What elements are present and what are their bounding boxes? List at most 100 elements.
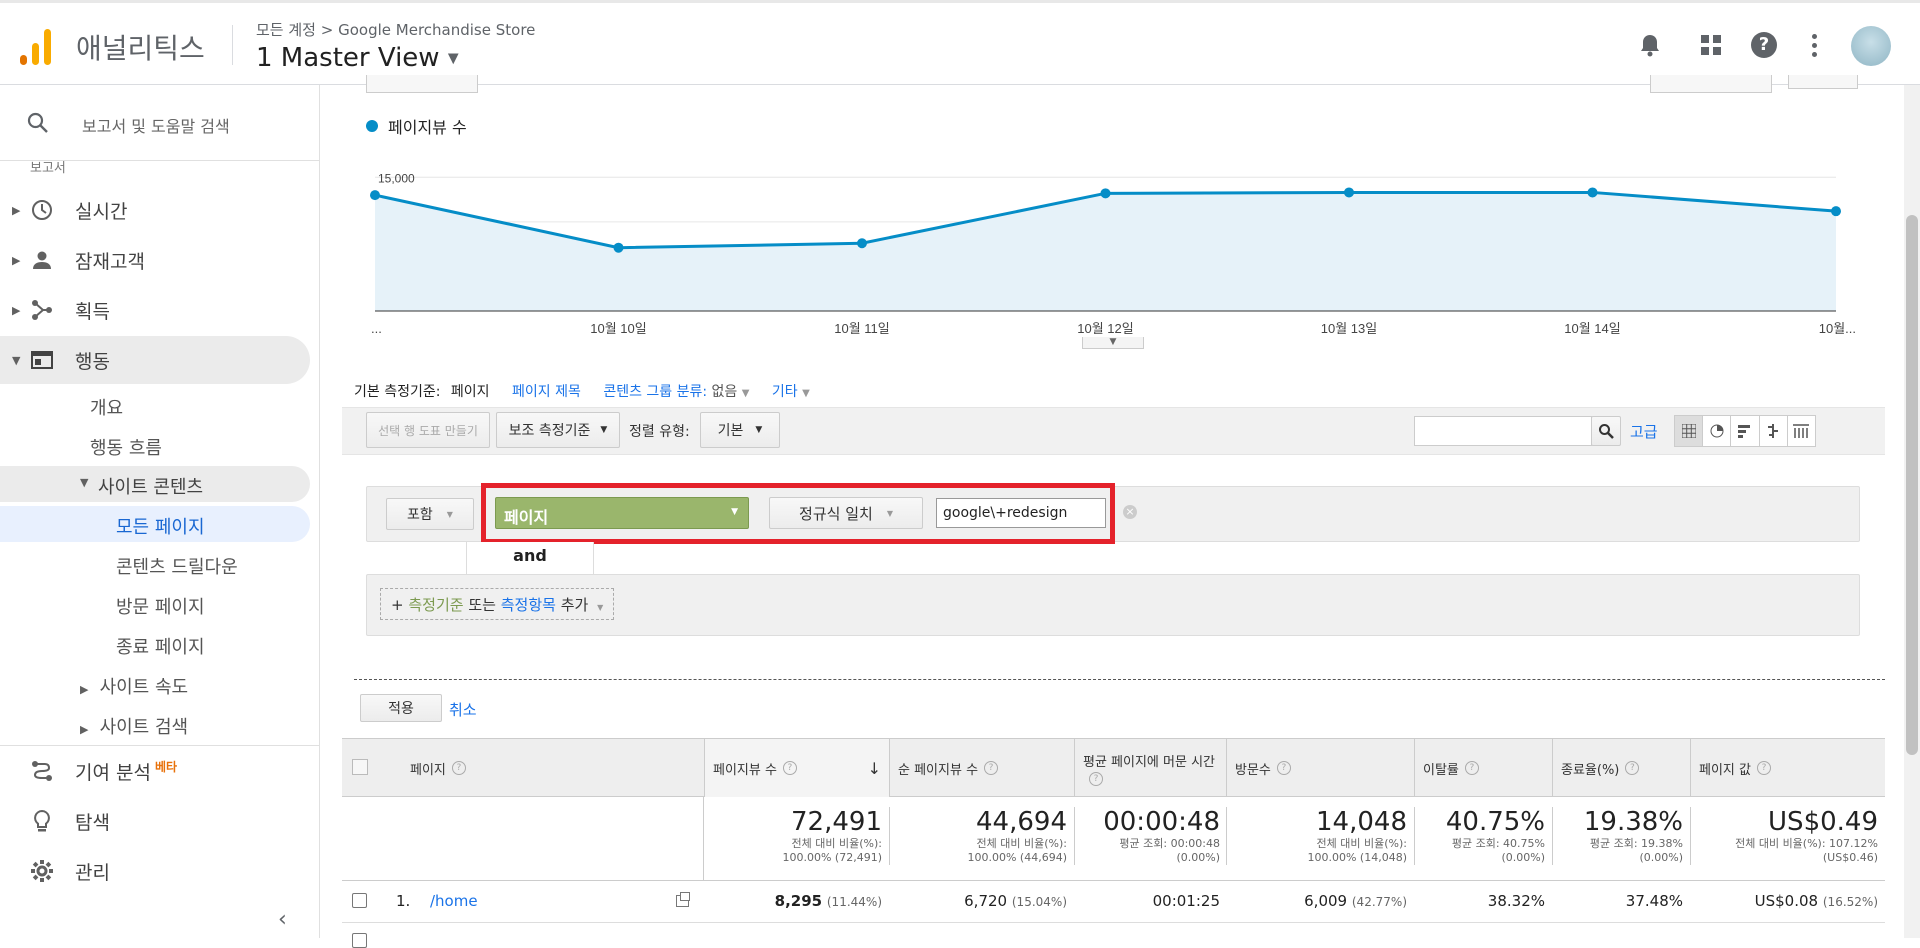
column-header-pageviews[interactable]: 페이지뷰 수? ↓ xyxy=(704,739,889,797)
column-header-page-value[interactable]: 페이지 값? xyxy=(1690,739,1885,797)
apps-grid-icon[interactable] xyxy=(1695,29,1727,61)
sidebar-item-site-content[interactable]: ▼ 사이트 콘텐츠 xyxy=(0,466,310,502)
chart-type-toggle[interactable] xyxy=(1788,75,1858,89)
sidebar-item-content-drilldown[interactable]: 콘텐츠 드릴다운 xyxy=(116,553,238,579)
include-dropdown[interactable]: 포함 ▼ xyxy=(386,498,474,530)
date-range-button[interactable] xyxy=(366,75,478,93)
sidebar-item-realtime[interactable]: ▶ 실시간 xyxy=(0,186,310,234)
help-icon[interactable]: ? xyxy=(984,761,999,775)
performance-view-icon[interactable] xyxy=(1731,416,1760,446)
column-header-bounce-rate[interactable]: 이탈률? xyxy=(1414,739,1552,797)
sidebar-item-landing-pages[interactable]: 방문 페이지 xyxy=(116,593,205,619)
help-icon[interactable]: ? xyxy=(451,761,466,775)
row-checkbox[interactable] xyxy=(352,893,367,908)
create-chart-button[interactable]: 선택 행 도표 만들기 xyxy=(366,412,490,448)
remove-filter-icon[interactable]: × xyxy=(1123,505,1137,519)
collapse-caret-icon: ▼ xyxy=(12,353,21,367)
sidebar-item-behavior-flow[interactable]: 행동 흐름 xyxy=(90,434,162,460)
sidebar-item-discover[interactable]: 탐색 xyxy=(0,797,310,845)
chart-legend[interactable]: 페이지뷰 수 xyxy=(366,114,467,138)
notifications-bell-icon[interactable] xyxy=(1634,29,1666,61)
total-value: US$0.49 xyxy=(1768,807,1878,837)
other-dimension-menu[interactable]: 기타 xyxy=(772,384,798,400)
chart-period-toggle[interactable] xyxy=(1650,75,1772,93)
table-search-button[interactable] xyxy=(1591,416,1621,446)
primary-dimension-page-title[interactable]: 페이지 제목 xyxy=(512,384,581,400)
apply-button[interactable]: 적용 xyxy=(360,694,442,722)
filter-value-input[interactable]: google\+redesign xyxy=(936,498,1106,528)
content-grouping-label[interactable]: 콘텐츠 그룹 분류: xyxy=(603,384,707,400)
dropdown-caret-icon: ▼ xyxy=(886,508,893,518)
filter-dimension-dropdown[interactable]: 페이지 ▼ xyxy=(495,497,749,529)
help-icon[interactable]: ? xyxy=(1625,761,1640,775)
avatar[interactable] xyxy=(1851,26,1891,66)
sidebar-item-behavior[interactable]: ▼ 행동 xyxy=(0,336,310,384)
total-entrances: 14,048 전체 대비 비율(%): 100.00% (14,048) xyxy=(1226,807,1407,865)
pie-view-icon[interactable] xyxy=(1703,416,1732,446)
breadcrumb-account[interactable]: 모든 계정 xyxy=(256,21,316,39)
column-header-avg-time[interactable]: 평균 페이지에 머문 시간? xyxy=(1074,739,1226,797)
total-value: 14,048 xyxy=(1316,807,1407,837)
primary-dimension-page[interactable]: 페이지 xyxy=(451,384,490,400)
total-sub-2: 100.00% (14,048) xyxy=(1307,851,1407,864)
breadcrumb[interactable]: 모든 계정 > Google Merchandise Store xyxy=(256,19,535,40)
expand-caret-icon: ▶ xyxy=(12,303,21,317)
primary-dimension-bar: 기본 측정기준: 페이지 페이지 제목 콘텐츠 그룹 분류: 없음 ▼ 기타 ▼ xyxy=(354,381,810,401)
advanced-filter-link[interactable]: 고급 xyxy=(1630,421,1658,442)
column-header-unique-pageviews[interactable]: 순 페이지뷰 수? xyxy=(889,739,1074,797)
more-vert-icon[interactable] xyxy=(1798,29,1830,61)
help-icon[interactable]: ? xyxy=(782,761,797,775)
help-icon[interactable]: ? xyxy=(1748,29,1780,61)
table-search-input[interactable] xyxy=(1414,416,1592,446)
sidebar-item-acquisition[interactable]: ▶ 획득 xyxy=(0,286,310,334)
help-icon[interactable]: ? xyxy=(1756,761,1771,775)
add-dimension-link[interactable]: 측정기준 xyxy=(408,596,463,614)
column-header-page[interactable]: 페이지? xyxy=(402,739,652,797)
view-selector[interactable]: 1 Master View ▼ xyxy=(256,43,459,73)
cancel-link[interactable]: 취소 xyxy=(449,699,477,720)
person-icon xyxy=(30,248,54,272)
sidebar-item-attribution[interactable]: 기여 분석 베타 xyxy=(0,747,310,795)
include-label: 포함 xyxy=(407,507,433,523)
search-input[interactable]: 보고서 및 도움말 검색 xyxy=(82,113,230,137)
total-avg-time: 00:00:48 평균 조회: 00:00:48 (0.00%) xyxy=(1074,807,1220,865)
column-header-entrances[interactable]: 방문수? xyxy=(1226,739,1414,797)
sidebar-item-all-pages[interactable]: 모든 페이지 xyxy=(0,506,310,542)
view-toggle-group xyxy=(1674,415,1816,447)
collapse-sidebar-icon[interactable]: ‹ xyxy=(278,907,287,932)
sidebar-item-site-speed[interactable]: ▶ 사이트 속도 xyxy=(80,673,188,699)
breadcrumb-property[interactable]: Google Merchandise Store xyxy=(338,21,535,39)
sidebar-item-overview[interactable]: 개요 xyxy=(90,394,123,420)
search-icon[interactable] xyxy=(26,111,50,139)
chart-resize-handle[interactable]: ▼ xyxy=(1082,337,1144,349)
table-view-icon[interactable] xyxy=(1675,416,1704,446)
add-metric-link[interactable]: 측정항목 xyxy=(501,596,556,614)
help-icon[interactable]: ? xyxy=(1464,761,1479,775)
row-pageviews: 8,295 (11.44%) xyxy=(704,892,882,910)
sidebar-item-admin[interactable]: 관리 xyxy=(0,847,310,895)
sidebar-item-exit-pages[interactable]: 종료 페이지 xyxy=(116,633,205,659)
analytics-logo-icon[interactable] xyxy=(18,25,54,65)
select-all-checkbox[interactable] xyxy=(352,759,368,775)
cell-value: US$0.08 xyxy=(1754,892,1819,910)
row-page-link[interactable]: /home xyxy=(430,892,478,910)
sort-type-dropdown[interactable]: 기본 ▼ xyxy=(700,412,780,448)
sidebar-item-site-search[interactable]: ▶ 사이트 검색 xyxy=(80,713,188,739)
help-icon[interactable]: ? xyxy=(1276,761,1291,775)
row-number: 1. xyxy=(396,892,411,910)
add-condition-button[interactable]: + 측정기준 또는 측정항목 추가 ▼ xyxy=(380,588,615,620)
sidebar-item-audience[interactable]: ▶ 잠재고객 xyxy=(0,236,310,284)
column-label: 방문수 xyxy=(1235,762,1271,778)
row-unique-pageviews: 6,720 (15.04%) xyxy=(889,892,1067,910)
content-grouping-value[interactable]: 없음 xyxy=(712,384,738,400)
pivot-view-icon[interactable] xyxy=(1788,416,1815,446)
open-page-external-icon[interactable] xyxy=(676,892,690,907)
scrollbar-thumb[interactable] xyxy=(1906,215,1918,755)
match-type-dropdown[interactable]: 정규식 일치 ▼ xyxy=(769,497,923,529)
page-scrollbar[interactable] xyxy=(1904,85,1920,938)
secondary-dimension-dropdown[interactable]: 보조 측정기준 ▼ xyxy=(496,412,620,448)
help-icon[interactable]: ? xyxy=(1089,771,1103,786)
column-header-exit-rate[interactable]: 종료율(%)? xyxy=(1552,739,1690,797)
row-checkbox[interactable] xyxy=(352,933,367,948)
comparison-view-icon[interactable] xyxy=(1760,416,1788,446)
